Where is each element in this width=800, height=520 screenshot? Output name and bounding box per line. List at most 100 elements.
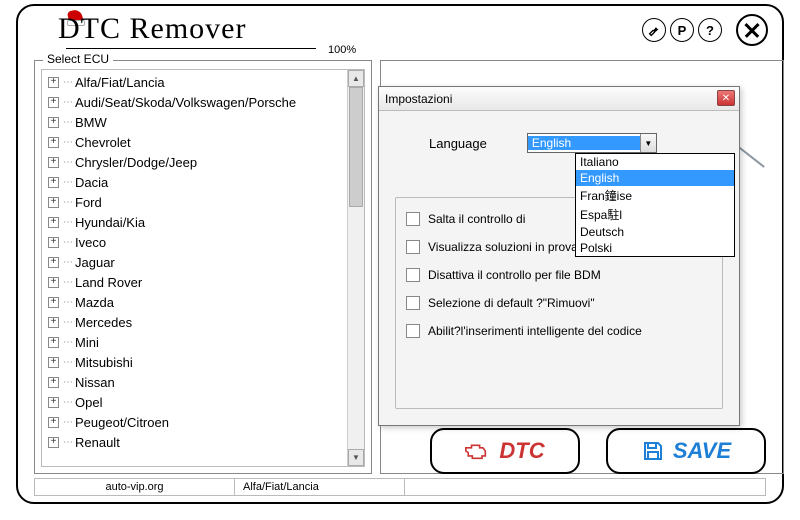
- tree-item-label: BMW: [75, 115, 107, 130]
- tree-item-label: Renault: [75, 435, 120, 450]
- dtc-button-label: DTC: [499, 438, 544, 464]
- status-empty: [405, 479, 765, 495]
- tree-item[interactable]: +⋯Chrysler/Dodge/Jeep: [42, 152, 347, 172]
- tree-item-label: Audi/Seat/Skoda/Volkswagen/Porsche: [75, 95, 296, 110]
- tree-item-label: Mitsubishi: [75, 355, 133, 370]
- engine-icon: [465, 440, 491, 462]
- language-option[interactable]: English: [576, 170, 734, 186]
- expand-icon[interactable]: +: [48, 177, 59, 188]
- dialog-close-button[interactable]: ✕: [717, 90, 735, 106]
- tree-item[interactable]: +⋯Jaguar: [42, 252, 347, 272]
- language-label: Language: [429, 136, 487, 151]
- expand-icon[interactable]: +: [48, 97, 59, 108]
- dtc-button[interactable]: DTC: [430, 428, 580, 474]
- ecu-tree-container: +⋯Alfa/Fiat/Lancia+⋯Audi/Seat/Skoda/Volk…: [41, 69, 365, 467]
- chevron-down-icon: ▼: [640, 134, 656, 152]
- app-title-bar: DTC Remover: [58, 12, 246, 46]
- tree-item[interactable]: +⋯Mercedes: [42, 312, 347, 332]
- tree-item[interactable]: +⋯Mitsubishi: [42, 352, 347, 372]
- tree-item-label: Nissan: [75, 375, 115, 390]
- tree-item[interactable]: +⋯Alfa/Fiat/Lancia: [42, 72, 347, 92]
- checkbox[interactable]: [406, 240, 420, 254]
- expand-icon[interactable]: +: [48, 197, 59, 208]
- language-selected-value: English: [528, 136, 640, 150]
- close-button[interactable]: [736, 14, 768, 46]
- tree-item-label: Dacia: [75, 175, 108, 190]
- status-path: Alfa/Fiat/Lancia: [235, 479, 405, 495]
- help-button[interactable]: ?: [698, 18, 722, 42]
- save-button-label: SAVE: [673, 438, 731, 464]
- expand-icon[interactable]: +: [48, 237, 59, 248]
- tree-item-label: Opel: [75, 395, 102, 410]
- dialog-titlebar[interactable]: Impostazioni ✕: [379, 87, 739, 111]
- language-option[interactable]: Deutsch: [576, 224, 734, 240]
- tree-item[interactable]: +⋯Iveco: [42, 232, 347, 252]
- tree-item[interactable]: +⋯Audi/Seat/Skoda/Volkswagen/Porsche: [42, 92, 347, 112]
- checkbox-label: Salta il controllo di: [428, 212, 525, 226]
- settings-dialog: Impostazioni ✕ Language English ▼ Italia…: [378, 86, 740, 426]
- expand-icon[interactable]: +: [48, 377, 59, 388]
- status-site: auto-vip.org: [35, 479, 235, 495]
- checkbox-row: Selezione di default ?"Rimuovi": [406, 296, 712, 310]
- scroll-down-button[interactable]: ▼: [348, 449, 364, 466]
- tree-item-label: Mini: [75, 335, 99, 350]
- expand-icon[interactable]: +: [48, 437, 59, 448]
- checkbox-label: Selezione di default ?"Rimuovi": [428, 296, 595, 310]
- tree-item[interactable]: +⋯Dacia: [42, 172, 347, 192]
- expand-icon[interactable]: +: [48, 217, 59, 228]
- tree-item-label: Hyundai/Kia: [75, 215, 145, 230]
- tree-item[interactable]: +⋯Ford: [42, 192, 347, 212]
- tree-item-label: Alfa/Fiat/Lancia: [75, 75, 165, 90]
- tree-item-label: Chrysler/Dodge/Jeep: [75, 155, 197, 170]
- language-option[interactable]: Fran鐘ise: [576, 186, 734, 205]
- ecu-legend: Select ECU: [43, 52, 113, 66]
- checkbox[interactable]: [406, 268, 420, 282]
- ecu-tree[interactable]: +⋯Alfa/Fiat/Lancia+⋯Audi/Seat/Skoda/Volk…: [42, 70, 347, 466]
- expand-icon[interactable]: +: [48, 417, 59, 428]
- tools-button[interactable]: [642, 18, 666, 42]
- language-combobox[interactable]: English ▼: [527, 133, 657, 153]
- expand-icon[interactable]: +: [48, 397, 59, 408]
- tree-item[interactable]: +⋯Renault: [42, 432, 347, 452]
- expand-icon[interactable]: +: [48, 117, 59, 128]
- scroll-thumb[interactable]: [349, 87, 363, 207]
- checkbox-label: Visualizza soluzioni in prova: [428, 240, 578, 254]
- tree-item-label: Ford: [75, 195, 102, 210]
- ecu-scrollbar[interactable]: ▲ ▼: [347, 70, 364, 466]
- expand-icon[interactable]: +: [48, 157, 59, 168]
- tree-item[interactable]: +⋯Peugeot/Citroen: [42, 412, 347, 432]
- language-option[interactable]: Espa駐l: [576, 205, 734, 224]
- checkbox-row: Abilit?l'inserimenti intelligente del co…: [406, 324, 712, 338]
- tree-item[interactable]: +⋯BMW: [42, 112, 347, 132]
- tree-item[interactable]: +⋯Nissan: [42, 372, 347, 392]
- save-button[interactable]: SAVE: [606, 428, 766, 474]
- tree-item[interactable]: +⋯Mazda: [42, 292, 347, 312]
- checkbox[interactable]: [406, 296, 420, 310]
- expand-icon[interactable]: +: [48, 137, 59, 148]
- expand-icon[interactable]: +: [48, 257, 59, 268]
- tree-item[interactable]: +⋯Opel: [42, 392, 347, 412]
- expand-icon[interactable]: +: [48, 297, 59, 308]
- language-row: Language English ▼: [429, 133, 657, 153]
- expand-icon[interactable]: +: [48, 277, 59, 288]
- tree-item[interactable]: +⋯Chevrolet: [42, 132, 347, 152]
- tree-item-label: Chevrolet: [75, 135, 131, 150]
- tree-item[interactable]: +⋯Hyundai/Kia: [42, 212, 347, 232]
- checkbox[interactable]: [406, 324, 420, 338]
- expand-icon[interactable]: +: [48, 317, 59, 328]
- checkbox-label: Disattiva il controllo per file BDM: [428, 268, 601, 282]
- p-button[interactable]: P: [670, 18, 694, 42]
- expand-icon[interactable]: +: [48, 337, 59, 348]
- language-dropdown[interactable]: ItalianoEnglishFran鐘iseEspa駐lDeutschPols…: [575, 153, 735, 257]
- tree-item-label: Iveco: [75, 235, 106, 250]
- tree-item[interactable]: +⋯Mini: [42, 332, 347, 352]
- language-option[interactable]: Polski: [576, 240, 734, 256]
- expand-icon[interactable]: +: [48, 77, 59, 88]
- scroll-up-button[interactable]: ▲: [348, 70, 364, 87]
- expand-icon[interactable]: +: [48, 357, 59, 368]
- tree-item[interactable]: +⋯Land Rover: [42, 272, 347, 292]
- tree-item-label: Mazda: [75, 295, 114, 310]
- tree-item-label: Land Rover: [75, 275, 142, 290]
- checkbox[interactable]: [406, 212, 420, 226]
- language-option[interactable]: Italiano: [576, 154, 734, 170]
